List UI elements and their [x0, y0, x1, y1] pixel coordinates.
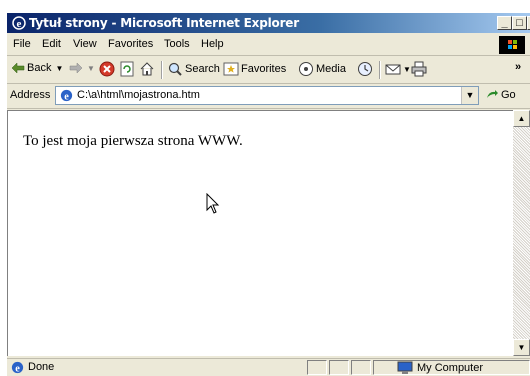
mouse-pointer-icon	[206, 193, 220, 214]
status-panel	[329, 360, 349, 375]
favorites-button[interactable]: Favorites	[223, 61, 286, 77]
search-button[interactable]: Search	[167, 61, 220, 77]
address-dropdown-icon[interactable]: ▼	[461, 87, 478, 104]
status-page-icon: e	[11, 361, 24, 374]
security-zone[interactable]: My Computer	[397, 361, 483, 375]
menu-help[interactable]: Help	[201, 38, 224, 50]
ie-logo-icon: e	[12, 16, 26, 30]
media-icon	[299, 62, 313, 76]
page-icon: e	[60, 89, 73, 102]
mail-dropdown-icon[interactable]: ▼	[403, 65, 411, 74]
toolbar-separator	[379, 61, 381, 79]
maximize-button[interactable]: □	[512, 16, 527, 30]
menu-bar: File Edit View Favorites Tools Help	[7, 35, 530, 56]
scroll-down-button[interactable]: ▼	[513, 339, 530, 356]
windows-logo-throbber	[499, 36, 525, 54]
address-value: C:\a\html\mojastrona.htm	[77, 89, 200, 101]
windows-flag-icon	[508, 40, 517, 49]
menu-view[interactable]: View	[73, 38, 97, 50]
search-icon	[168, 62, 182, 76]
refresh-icon	[120, 61, 134, 77]
history-button[interactable]	[357, 61, 373, 77]
page-content-area[interactable]: To jest moja pierwsza strona WWW.	[7, 110, 513, 356]
svg-text:e: e	[15, 363, 20, 374]
toolbar-overflow-button[interactable]: »	[515, 61, 521, 73]
forward-button[interactable]: ▼	[69, 61, 95, 75]
address-input[interactable]: e C:\a\html\mojastrona.htm ▼	[55, 86, 479, 105]
svg-text:e: e	[64, 91, 69, 102]
search-label: Search	[185, 63, 220, 75]
minimize-button[interactable]: _	[497, 16, 512, 30]
vertical-scrollbar[interactable]: ▲ ▼	[513, 110, 530, 356]
go-label: Go	[501, 89, 516, 101]
back-arrow-icon	[11, 62, 25, 74]
toolbar-separator	[161, 61, 163, 79]
home-icon	[140, 62, 154, 76]
go-button[interactable]: Go	[485, 88, 516, 102]
scroll-track[interactable]	[513, 127, 530, 339]
status-panel	[351, 360, 371, 375]
media-label: Media	[316, 63, 346, 75]
mail-icon	[385, 64, 401, 75]
print-button[interactable]	[411, 61, 427, 77]
menu-file[interactable]: File	[13, 38, 31, 50]
printer-icon	[411, 61, 427, 77]
mail-button[interactable]: ▼	[385, 61, 411, 77]
svg-text:e: e	[17, 18, 22, 30]
scroll-up-button[interactable]: ▲	[513, 110, 530, 127]
history-icon	[358, 62, 372, 76]
back-dropdown-icon[interactable]: ▼	[55, 64, 63, 73]
media-button[interactable]: Media	[298, 61, 346, 77]
window-title: Tytuł strony - Microsoft Internet Explor…	[29, 16, 299, 30]
title-bar[interactable]: e Tytuł strony - Microsoft Internet Expl…	[7, 13, 530, 33]
refresh-button[interactable]	[119, 61, 135, 77]
favorites-star-icon	[223, 62, 239, 76]
standard-toolbar: Back ▼ ▼ Search Favorites Media ▼ »	[7, 57, 530, 84]
menu-tools[interactable]: Tools	[164, 38, 190, 50]
favorites-label: Favorites	[241, 63, 287, 75]
status-bar: e Done My Computer	[7, 358, 530, 376]
page-body-text: To jest moja pierwsza strona WWW.	[23, 133, 243, 149]
menu-favorites[interactable]: Favorites	[108, 38, 153, 50]
status-panel	[307, 360, 327, 375]
ie-window: e Tytuł strony - Microsoft Internet Expl…	[7, 13, 530, 376]
back-button[interactable]: Back ▼	[11, 61, 63, 75]
address-bar: Address e C:\a\html\mojastrona.htm ▼ Go	[7, 84, 530, 109]
status-text: Done	[28, 361, 55, 373]
zone-label: My Computer	[417, 362, 484, 374]
forward-dropdown-icon[interactable]: ▼	[87, 64, 95, 73]
my-computer-icon	[397, 361, 413, 374]
back-label: Back	[27, 62, 52, 74]
address-label: Address	[10, 89, 51, 101]
menu-edit[interactable]: Edit	[42, 38, 61, 50]
forward-arrow-icon	[69, 62, 83, 74]
stop-button[interactable]	[99, 61, 115, 77]
stop-icon	[99, 61, 115, 77]
home-button[interactable]	[139, 61, 155, 77]
go-arrow-icon	[487, 90, 498, 98]
